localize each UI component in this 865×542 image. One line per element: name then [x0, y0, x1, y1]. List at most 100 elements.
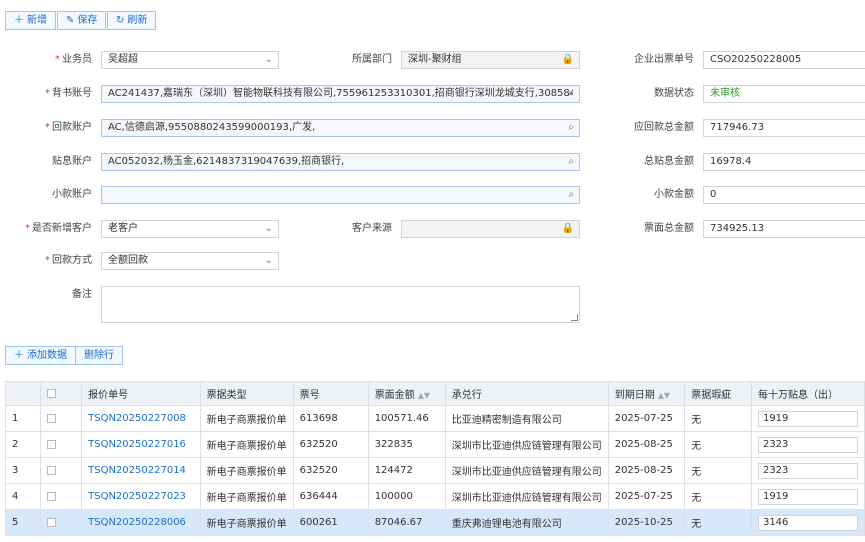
dept-field: 深圳-聚财组 🔒 — [401, 51, 580, 69]
chevron-down-icon: ⌄ — [264, 54, 273, 65]
orderno-field[interactable]: CSO20250228005 — [703, 51, 865, 69]
select-all-header[interactable] — [39, 381, 83, 406]
flaw-cell: 无 — [684, 483, 752, 510]
bill-no-header: 票号 — [292, 381, 369, 406]
status-label: 数据状态 — [654, 88, 694, 99]
row-checkbox[interactable] — [39, 483, 83, 510]
small-account-field[interactable]: ⌕ — [101, 186, 580, 204]
new-customer-label: * 是否新增客户 — [25, 223, 92, 234]
discount-account-label: 贴息账户 — [52, 156, 92, 167]
payback-total-field: 717946.73 — [703, 119, 865, 137]
bill-no-cell: 632520 — [292, 431, 369, 458]
search-icon[interactable]: ⌕ — [568, 154, 574, 170]
rate-input[interactable]: 1919 — [757, 488, 858, 505]
bill-type-cell: 新电子商票报价单 — [199, 405, 294, 432]
rate-input[interactable]: 3146 — [757, 514, 858, 531]
table-row[interactable]: 2 TSQN20250227016 新电子商票报价单 632520 322835 深圳市比… — [5, 431, 865, 458]
row-checkbox[interactable] — [39, 431, 83, 458]
row-index: 4 — [5, 483, 41, 510]
endorse-label: * 背书账号 — [45, 88, 92, 99]
table-row[interactable]: 5 TSQN20250228006 新电子商票报价单 600261 87046.67 重庆… — [5, 509, 865, 536]
quote-no-link[interactable]: TSQN20250227014 — [81, 457, 201, 484]
edit-icon: ✎ — [66, 15, 75, 26]
amount-cell: 100000 — [367, 483, 446, 510]
row-index: 3 — [5, 457, 41, 484]
table-row[interactable]: 1 TSQN20250227008 新电子商票报价单 613698 100571.46 比… — [5, 405, 865, 432]
quote-no-link[interactable]: TSQN20250228006 — [81, 509, 201, 536]
quote-no-link[interactable]: TSQN20250227008 — [81, 405, 201, 432]
add-button[interactable]: ＋新增 — [5, 11, 56, 30]
plus-icon: ＋ — [14, 15, 24, 26]
table-row[interactable]: 3 TSQN20250227014 新电子商票报价单 632520 124472 深圳市比… — [5, 457, 865, 484]
new-customer-select[interactable]: 老客户 ⌄ — [101, 220, 279, 238]
rate-cell[interactable]: 3146 — [750, 509, 865, 536]
small-amount-label: 小款金额 — [654, 189, 694, 200]
due-date-cell: 2025-08-25 — [607, 457, 686, 484]
acceptor-cell: 深圳市比亚迪供应链管理有限公司 — [444, 431, 609, 458]
search-icon[interactable]: ⌕ — [568, 120, 574, 136]
quote-no-header: 报价单号 — [81, 381, 201, 406]
lock-icon: 🔒 — [561, 223, 574, 234]
resize-handle-icon[interactable] — [571, 314, 578, 321]
quote-no-link[interactable]: TSQN20250227016 — [81, 431, 201, 458]
rate-cell[interactable]: 2323 — [750, 457, 865, 484]
payback-method-select[interactable]: 全额回款 ⌄ — [101, 252, 279, 270]
status-field: 未审核 — [703, 85, 865, 103]
discount-account-field[interactable]: AC052032,杨玉金,6214837319047639,招商银行, ⌕ — [101, 153, 580, 171]
row-checkbox[interactable] — [39, 509, 83, 536]
due-date-cell: 2025-07-25 — [607, 405, 686, 432]
remark-textarea[interactable] — [101, 286, 580, 323]
due-date-header[interactable]: 到期日期 ▲▼ — [607, 381, 686, 406]
rate-cell[interactable]: 2323 — [750, 431, 865, 458]
discount-total-label: 总贴息金额 — [644, 156, 694, 167]
save-button[interactable]: ✎ 保存 — [57, 11, 107, 30]
table-row[interactable]: 4 TSQN20250227023 新电子商票报价单 636444 100000 深圳市比… — [5, 483, 865, 510]
customer-source-label: 客户来源 — [352, 223, 392, 234]
sort-icon[interactable]: ▲▼ — [658, 391, 670, 400]
row-checkbox[interactable] — [39, 457, 83, 484]
acceptor-cell: 比亚迪精密制造有限公司 — [444, 405, 609, 432]
row-checkbox[interactable] — [39, 405, 83, 432]
quote-no-link[interactable]: TSQN20250227023 — [81, 483, 201, 510]
rate-input[interactable]: 1919 — [757, 410, 858, 427]
payback-label: * 回款账户 — [45, 122, 92, 133]
payback-method-label: * 回款方式 — [45, 255, 92, 266]
search-icon[interactable]: ⌕ — [568, 86, 574, 102]
sort-icon[interactable]: ▲▼ — [418, 391, 430, 400]
endorse-account-field[interactable]: AC241437,嘉瑞东（深圳）智能物联科技有限公司,7559612533103… — [101, 85, 580, 103]
checkbox-icon[interactable] — [46, 465, 56, 475]
rate-input[interactable]: 2323 — [757, 462, 858, 479]
bill-no-cell: 613698 — [292, 405, 369, 432]
add-row-button[interactable]: ＋添加数据 — [5, 346, 76, 365]
checkbox-icon[interactable] — [46, 517, 56, 527]
rate-cell[interactable]: 1919 — [750, 405, 865, 432]
rate-cell[interactable]: 1919 — [750, 483, 865, 510]
face-total-field: 734925.13 — [703, 220, 865, 238]
checkbox-icon[interactable] — [46, 388, 56, 398]
acceptor-cell: 重庆弗迪锂电池有限公司 — [444, 509, 609, 536]
salesman-select[interactable]: 吴超超 ⌄ — [101, 51, 279, 69]
refresh-icon: ↻ — [116, 15, 125, 26]
lock-icon: 🔒 — [561, 54, 574, 65]
payback-account-field[interactable]: AC,信德启源,9550880243599000193,广发, ⌕ — [101, 119, 580, 137]
row-index: 1 — [5, 405, 41, 432]
row-index: 5 — [5, 509, 41, 536]
checkbox-icon[interactable] — [46, 439, 56, 449]
amount-header[interactable]: 票面金额 ▲▼ — [367, 381, 446, 406]
amount-cell: 124472 — [367, 457, 446, 484]
chevron-down-icon: ⌄ — [264, 223, 273, 234]
delete-row-button[interactable]: 删除行 — [75, 346, 123, 365]
rate-header: 每十万贴息（出） — [750, 381, 865, 406]
search-icon[interactable]: ⌕ — [568, 187, 574, 203]
plus-icon: ＋ — [14, 350, 24, 361]
checkbox-icon[interactable] — [46, 413, 56, 423]
flaw-cell: 无 — [684, 405, 752, 432]
rate-input[interactable]: 2323 — [757, 436, 858, 453]
checkbox-icon[interactable] — [46, 491, 56, 501]
refresh-button[interactable]: ↻ 刷新 — [107, 11, 157, 30]
flaw-cell: 无 — [684, 457, 752, 484]
bill-type-cell: 新电子商票报价单 — [199, 483, 294, 510]
type-header: 票据类型 — [199, 381, 294, 406]
quote-table: 报价单号 票据类型 票号 票面金额 ▲▼ 承兑行 到期日期 ▲▼ 票据瑕疵 每十万贴… — [5, 381, 865, 536]
small-amount-field[interactable]: 0 — [703, 186, 865, 204]
